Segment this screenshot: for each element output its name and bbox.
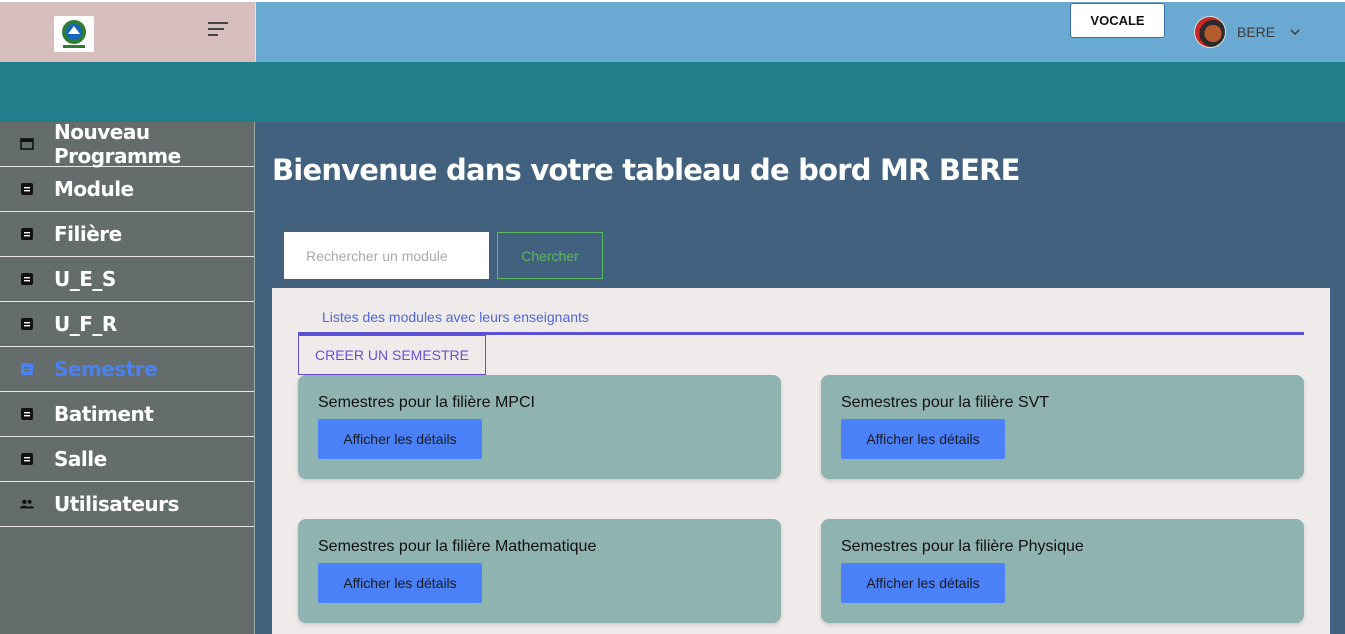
modules-panel: Listes des modules avec leurs enseignant… [272, 288, 1330, 634]
vocale-button[interactable]: VOCALE [1070, 3, 1165, 38]
list-icon [20, 407, 34, 421]
list-icon [20, 182, 34, 196]
users-icon [20, 497, 34, 511]
sidebar-item-ues[interactable]: U_E_S [0, 257, 254, 302]
card-title: Semestres pour la filière Mathematique [318, 538, 597, 555]
card-title: Semestres pour la filière SVT [841, 394, 1050, 411]
card-title: Semestres pour la filière Physique [841, 538, 1084, 555]
chevron-down-icon [1290, 29, 1300, 36]
logo-area [0, 0, 255, 62]
sidebar-item-filiere[interactable]: Filière [0, 212, 254, 257]
list-icon [20, 317, 34, 331]
show-details-button[interactable]: Afficher les détails [318, 563, 482, 603]
avatar [1194, 16, 1226, 48]
create-semester-button[interactable]: CREER UN SEMESTRE [298, 335, 486, 375]
show-details-button[interactable]: Afficher les détails [841, 563, 1005, 603]
semester-card-svt: Semestres pour la filière SVT Afficher l… [821, 375, 1304, 479]
sidebar-item-label: Filière [54, 222, 122, 246]
sidebar-item-ufr[interactable]: U_F_R [0, 302, 254, 347]
sidebar-item-label: Batiment [54, 402, 154, 426]
window-icon [20, 137, 34, 151]
sidebar-item-semestre[interactable]: Semestre [0, 347, 254, 392]
sidebar-item-label: Module [54, 177, 134, 201]
search-button[interactable]: Chercher [497, 232, 603, 279]
show-details-button[interactable]: Afficher les détails [318, 419, 482, 459]
sidebar-item-label: U_E_S [54, 267, 116, 291]
sidebar-item-label: U_F_R [54, 312, 117, 336]
logo-emblem-icon [62, 20, 86, 48]
user-name: BERE [1237, 24, 1276, 40]
semester-card-mathematique: Semestres pour la filière Mathematique A… [298, 519, 781, 623]
sidebar-item-label: Semestre [54, 357, 158, 381]
sidebar-item-batiment[interactable]: Batiment [0, 392, 254, 437]
user-menu[interactable]: BERE [1194, 16, 1301, 48]
page-title: Bienvenue dans votre tableau de bord MR … [272, 153, 1020, 187]
sidebar-item-label: Utilisateurs [54, 492, 179, 516]
list-icon [20, 362, 34, 376]
header-band [0, 62, 1345, 122]
semester-card-physique: Semestres pour la filière Physique Affic… [821, 519, 1304, 623]
tab-modules-list[interactable]: Listes des modules avec leurs enseignant… [322, 309, 589, 325]
sidebar-item-label: Salle [54, 447, 107, 471]
list-icon [20, 272, 34, 286]
sidebar: Nouveau Programme Module Filière U_E_S U… [0, 120, 255, 634]
sidebar-item-nouveau-programme[interactable]: Nouveau Programme [0, 120, 254, 168]
menu-toggle-icon[interactable] [208, 22, 232, 42]
search-input[interactable] [284, 232, 489, 279]
show-details-button[interactable]: Afficher les détails [841, 419, 1005, 459]
list-icon [20, 452, 34, 466]
card-title: Semestres pour la filière MPCI [318, 394, 535, 411]
sidebar-item-salle[interactable]: Salle [0, 437, 254, 482]
semester-card-mpci: Semestres pour la filière MPCI Afficher … [298, 375, 781, 479]
top-bar: VOCALE BERE [255, 0, 1345, 62]
university-logo[interactable] [54, 16, 94, 52]
sidebar-item-label: Nouveau Programme [54, 120, 181, 168]
sidebar-item-module[interactable]: Module [0, 167, 254, 212]
list-icon [20, 227, 34, 241]
sidebar-item-utilisateurs[interactable]: Utilisateurs [0, 482, 254, 527]
